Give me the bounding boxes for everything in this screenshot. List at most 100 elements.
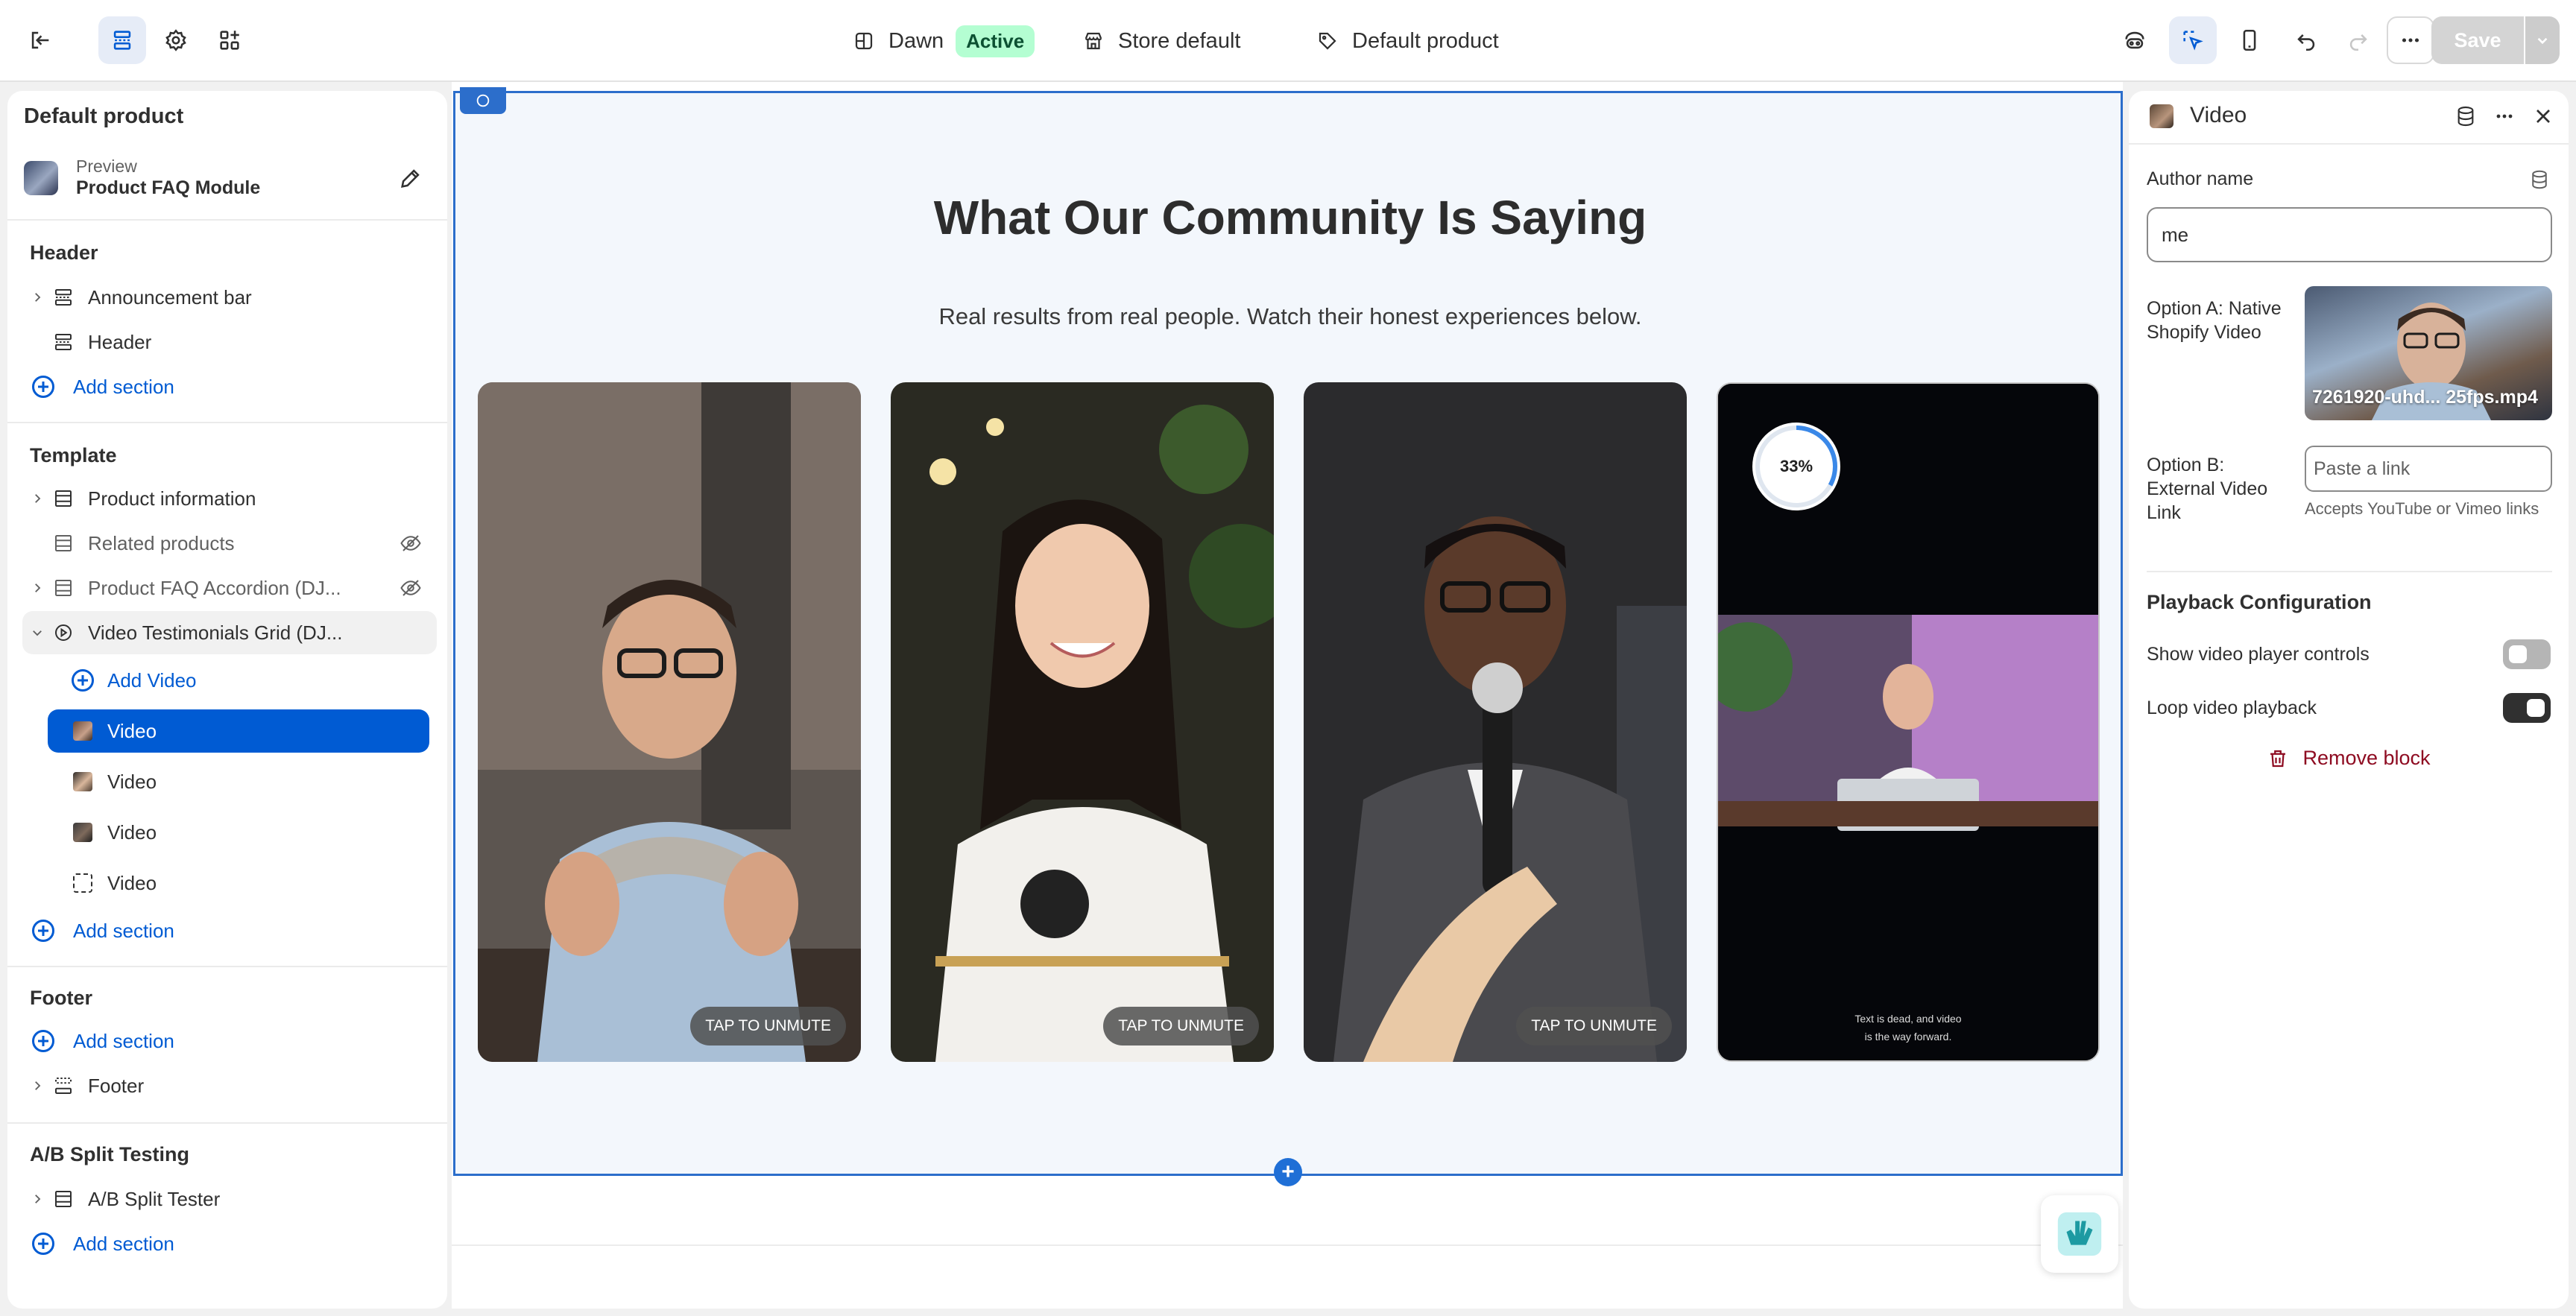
video-caption-line: is the way forward. [1864,1031,1952,1043]
store-selector[interactable]: Store default [1082,0,1240,82]
hidden-eye-icon[interactable] [400,532,422,554]
select-cursor-icon[interactable] [2169,16,2217,64]
tap-to-unmute-button[interactable]: TAP TO UNMUTE [690,1007,846,1045]
more-options-icon[interactable] [2493,104,2516,128]
add-circle-icon [32,1030,54,1052]
sidebar-item-label: Related products [88,531,235,554]
undo-icon[interactable] [2282,16,2330,64]
add-section-header-button[interactable]: Add section [22,365,437,408]
video-card[interactable]: TAP TO UNMUTE [891,382,1274,1062]
sidebar-item-video-testimonials-grid[interactable]: Video Testimonials Grid (DJ... [22,611,437,654]
product-label: Default product [1352,28,1499,53]
save-options-chevron-icon[interactable] [2525,16,2560,64]
close-icon[interactable] [2531,104,2555,128]
progress-text: 33% [1779,457,1813,475]
sidebar-item-product-faq-accordion[interactable]: Product FAQ Accordion (DJ... [22,566,437,610]
chat-widget-hand-icon[interactable] [2041,1195,2118,1273]
section-icon [52,331,88,353]
sidebar-item-announcement-bar[interactable]: Announcement bar [22,276,437,319]
sidebar-item-label: Header [88,330,152,353]
tap-to-unmute-button[interactable]: TAP TO UNMUTE [1103,1007,1259,1045]
chevron-right-icon[interactable] [22,1079,52,1092]
add-section-template-button[interactable]: Add section [22,909,437,952]
external-link-input[interactable]: Paste a link [2305,446,2552,492]
mobile-preview-icon[interactable] [2226,16,2273,64]
video-thumbnail [2150,104,2174,128]
more-options-icon[interactable] [2387,16,2434,64]
empty-block-icon [73,873,92,893]
loading-progress-ring: 33% [1752,423,1840,510]
sidebar-item-header[interactable]: Header [22,320,437,364]
toggle-knob [2527,699,2545,717]
preview-thumbnail [24,161,58,195]
save-button[interactable]: Save [2431,16,2524,64]
chevron-right-icon[interactable] [22,291,52,304]
tap-to-unmute-button[interactable]: TAP TO UNMUTE [1516,1007,1672,1045]
block-label: Video [107,770,157,793]
sidebar-block-video-selected[interactable]: Video [48,709,429,753]
section-icon [52,1075,88,1097]
sections-sidebar: Default product Preview Product FAQ Modu… [7,91,447,1309]
database-icon[interactable] [2528,168,2551,191]
loop-playback-toggle[interactable] [2503,693,2551,723]
add-section-footer-button[interactable]: Add section [22,1019,437,1063]
native-video-picker[interactable]: 7261920-uhd... 25fps.mp4 [2305,286,2552,420]
block-label: Video [107,719,157,742]
add-video-button[interactable]: Add Video [72,659,429,702]
inspector-icon[interactable] [2111,16,2159,64]
remove-block-button[interactable]: Remove block [2129,747,2569,770]
wave-hand-icon [2057,1212,2102,1256]
sidebar-block-video[interactable]: Video [48,861,429,905]
theme-selector[interactable]: Dawn Active [853,0,1035,82]
sidebar-block-video[interactable]: Video [48,760,429,803]
divider [2147,571,2552,572]
add-section-plus-icon[interactable]: + [1274,1158,1302,1186]
video-card[interactable]: TAP TO UNMUTE [1304,382,1687,1062]
preview-label: Preview [76,156,137,176]
sections-icon[interactable] [98,16,146,64]
selected-section-frame[interactable]: What Our Community Is Saying Real result… [453,87,2123,1176]
exit-icon[interactable] [16,16,64,64]
video-card-loading[interactable]: 33% Text is dead, and video is the way f… [1717,382,2100,1062]
product-selector[interactable]: Default product [1316,0,1499,82]
video-frame-man-microphone [1304,382,1687,1062]
redo-icon[interactable] [2334,16,2382,64]
loop-label: Loop video playback [2147,697,2317,718]
add-section-label: Add section [73,1232,174,1255]
sidebar-item-ab-split-tester[interactable]: A/B Split Tester [22,1177,437,1221]
chevron-down-icon[interactable] [22,626,52,639]
sidebar-item-label: Footer [88,1074,145,1097]
database-icon[interactable] [2454,104,2478,128]
preview-selector[interactable]: Preview Product FAQ Module [24,156,434,201]
add-video-label: Add Video [107,668,197,692]
chevron-right-icon[interactable] [22,492,52,505]
chevron-right-icon[interactable] [22,581,52,595]
apps-icon[interactable] [206,16,253,64]
top-bar: Dawn Active Store default Default produc… [0,0,2576,82]
show-controls-toggle[interactable] [2503,639,2551,669]
playback-title: Playback Configuration [2147,591,2372,613]
sidebar-item-product-information[interactable]: Product information [22,477,437,520]
sidebar-item-footer[interactable]: Footer [22,1064,437,1107]
section-tag[interactable] [460,87,506,114]
add-circle-icon [32,376,54,398]
preview-value: Product FAQ Module [76,177,261,198]
block-settings-panel: Video Author name me Option A: Native Sh… [2129,91,2569,1309]
group-title-header: Header [30,241,98,264]
edit-pencil-icon[interactable] [398,165,423,191]
hidden-eye-icon[interactable] [400,577,422,599]
section-icon [52,487,88,510]
video-thumbnail [73,721,92,741]
sidebar-item-related-products[interactable]: Related products [22,522,437,565]
store-label: Store default [1118,28,1241,53]
add-section-ab-button[interactable]: Add section [22,1222,437,1265]
video-card[interactable]: TAP TO UNMUTE [478,382,861,1062]
add-circle-icon [72,669,94,692]
save-group: Save [2431,16,2560,64]
author-name-input[interactable]: me [2147,207,2552,262]
remove-block-label: Remove block [2302,747,2431,769]
sidebar-item-label: Announcement bar [88,285,252,309]
chevron-right-icon[interactable] [22,1192,52,1206]
sidebar-block-video[interactable]: Video [48,811,429,854]
settings-gear-icon[interactable] [152,16,200,64]
